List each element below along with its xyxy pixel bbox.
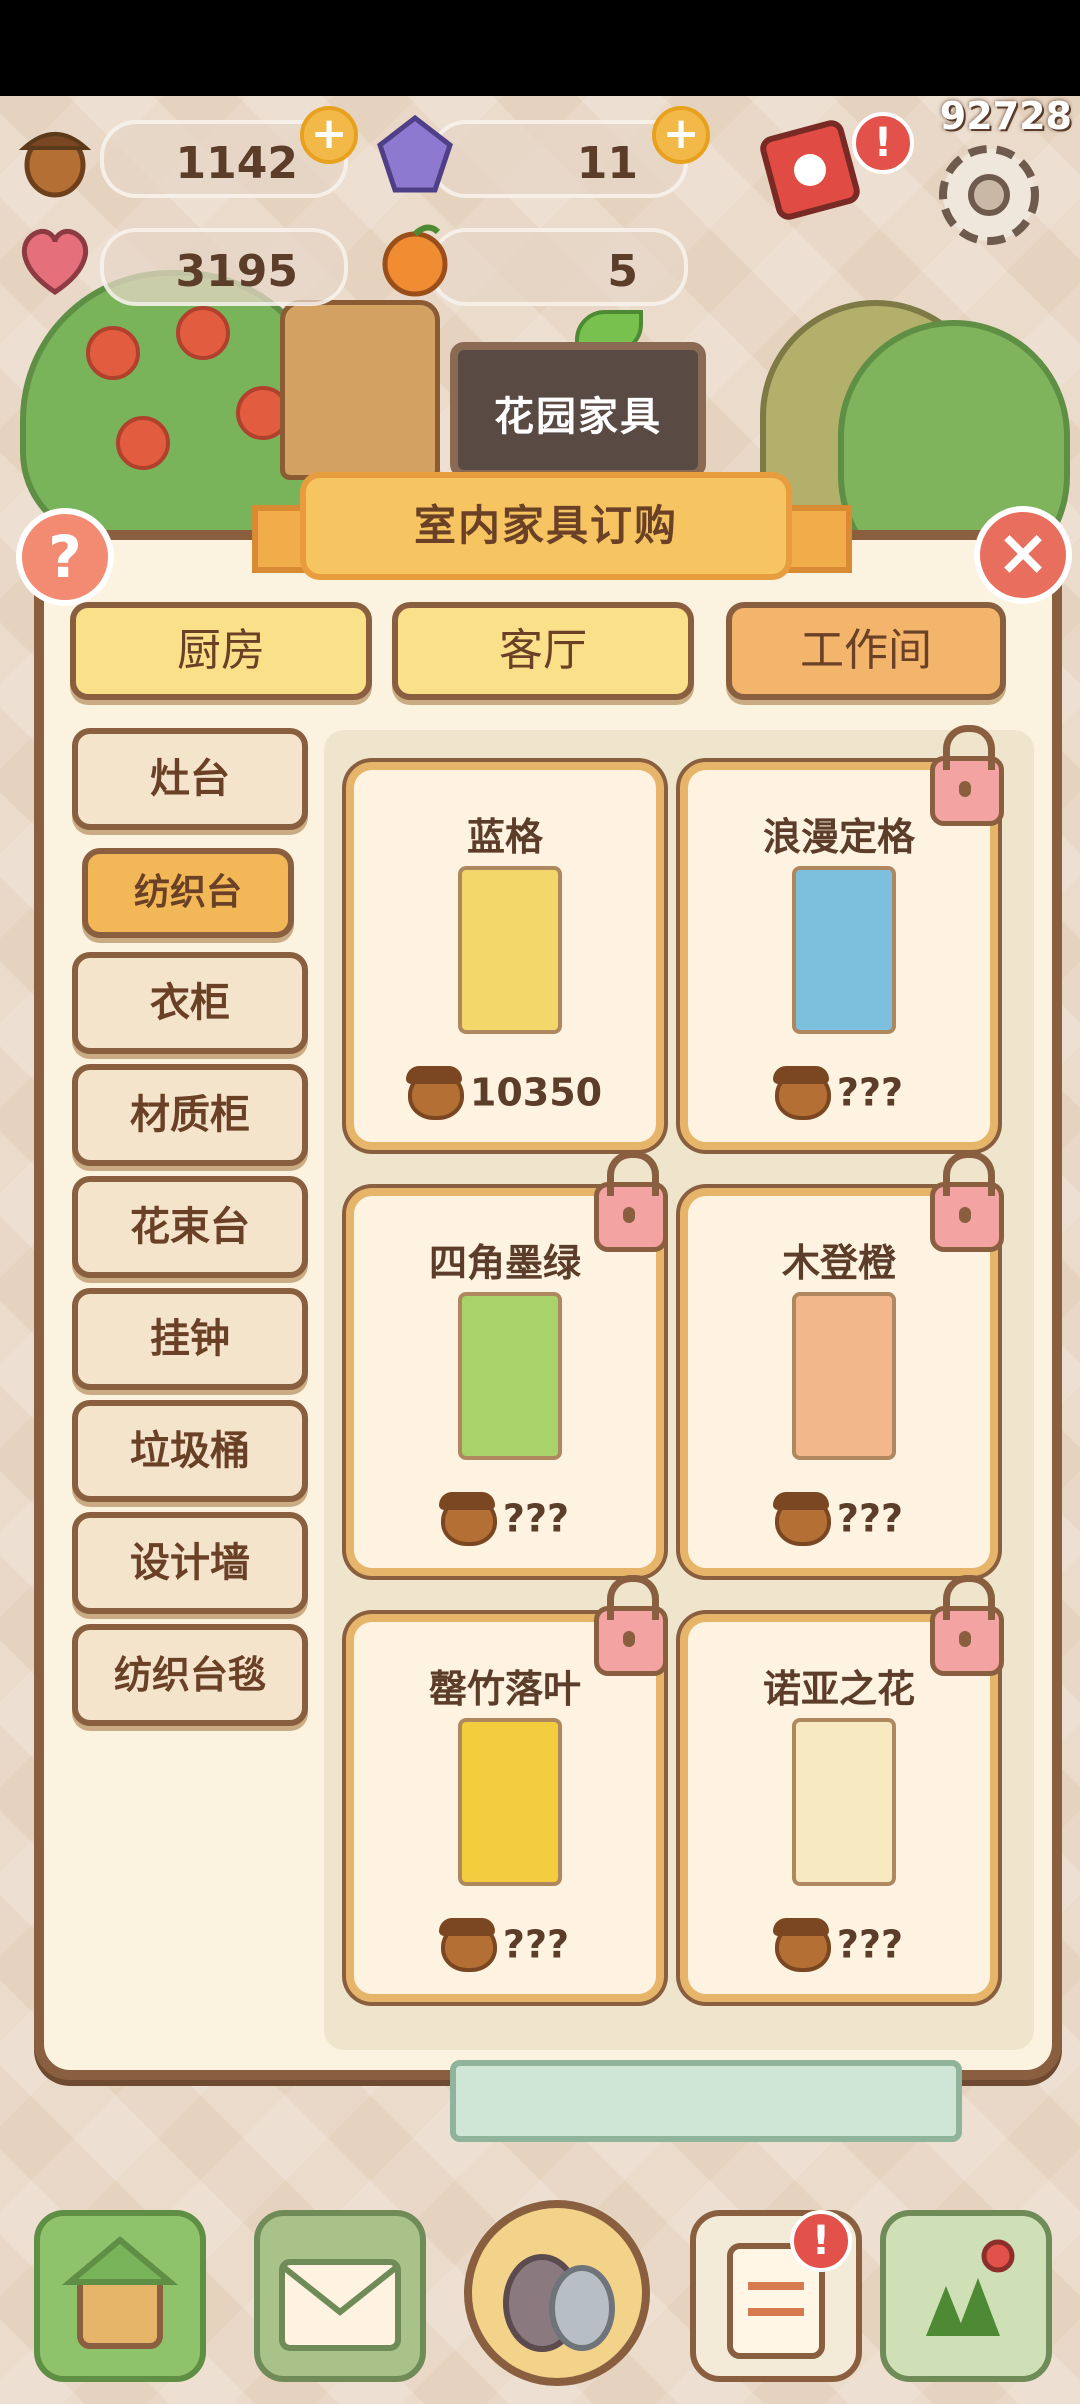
acorn-icon — [10, 110, 100, 200]
help-button[interactable]: ? — [16, 508, 114, 606]
card-price: ??? — [354, 1918, 656, 1972]
sidebar-item-weaving-table[interactable]: 纺织台 — [82, 848, 294, 938]
collection-button[interactable] — [464, 2200, 650, 2386]
heart-count: 3195 — [175, 246, 298, 297]
sidebar-item-bouquet-table[interactable]: 花束台 — [72, 1176, 308, 1278]
heart-icon — [10, 214, 100, 304]
sidebar-item-wardrobe[interactable]: 衣柜 — [72, 952, 308, 1054]
home-button[interactable] — [34, 2210, 206, 2382]
tasks-alert-badge: ! — [790, 2210, 852, 2272]
card-price: ??? — [688, 1492, 990, 1546]
acorn-icon — [438, 1918, 497, 1972]
price-value: ??? — [502, 1922, 570, 1967]
egg-icon — [503, 2254, 615, 2352]
stall-sign: 花园家具 — [450, 342, 706, 478]
card-price: ??? — [688, 1066, 990, 1120]
fruit-icon — [116, 416, 170, 470]
orange-icon — [370, 214, 460, 304]
sidebar-item-weaving-rug[interactable]: 纺织台毯 — [72, 1624, 308, 1726]
fruit-icon — [86, 326, 140, 380]
gift-alert-badge: ! — [852, 112, 914, 174]
sidebar-item-wall-clock[interactable]: 挂钟 — [72, 1288, 308, 1390]
acorn-icon — [772, 1492, 831, 1546]
orange-counter: 5 — [430, 228, 688, 306]
acorn-count: 1142 — [175, 138, 298, 189]
map-button[interactable] — [880, 2210, 1052, 2382]
birdhouse — [280, 300, 440, 480]
envelope-icon — [279, 2259, 401, 2351]
card-price: 10350 — [354, 1066, 656, 1120]
lock-icon — [930, 1151, 1004, 1252]
furniture-image — [458, 1718, 562, 1886]
sidebar-item-design-wall[interactable]: 设计墙 — [72, 1512, 308, 1614]
add-gems-button[interactable]: + — [652, 106, 710, 164]
furniture-image — [792, 1292, 896, 1460]
price-value: ??? — [502, 1496, 570, 1541]
lock-icon — [594, 1151, 668, 1252]
rug — [450, 2060, 962, 2142]
tab-kitchen[interactable]: 厨房 — [70, 602, 372, 700]
sidebar-item-stove[interactable]: 灶台 — [72, 728, 308, 830]
gem-count: 11 — [576, 138, 638, 189]
card-name: 蓝格 — [466, 815, 543, 859]
card-price: ??? — [688, 1918, 990, 1972]
lock-icon — [594, 1575, 668, 1676]
gem-counter: 11 — [430, 120, 688, 198]
tab-living-room[interactable]: 客厅 — [392, 602, 694, 700]
stall-sign-label: 花园家具 — [494, 394, 662, 440]
furniture-image — [792, 1718, 896, 1886]
status-bar — [0, 0, 1080, 96]
acorn-icon — [772, 1066, 831, 1120]
gift-card-icon[interactable] — [750, 110, 870, 230]
mail-button[interactable] — [254, 2210, 426, 2382]
panel-title: 室内家具订购 — [413, 501, 678, 550]
price-value: ??? — [836, 1070, 904, 1115]
furniture-image — [458, 1292, 562, 1460]
house-icon — [61, 2236, 179, 2349]
lock-icon — [930, 725, 1004, 826]
close-button[interactable]: × — [974, 506, 1072, 604]
lock-icon — [930, 1575, 1004, 1676]
acorn-icon — [405, 1066, 464, 1120]
furniture-image — [458, 866, 562, 1034]
sidebar-item-trash-can[interactable]: 垃圾桶 — [72, 1400, 308, 1502]
add-acorns-button[interactable]: + — [300, 106, 358, 164]
card-price: ??? — [354, 1492, 656, 1546]
tab-workshop[interactable]: 工作间 — [726, 602, 1006, 700]
fruit-icon — [176, 306, 230, 360]
acorn-icon — [438, 1492, 497, 1546]
heart-counter: 3195 — [100, 228, 348, 306]
furniture-image — [792, 866, 896, 1034]
orange-count: 5 — [607, 246, 638, 297]
price-value: ??? — [836, 1496, 904, 1541]
gear-icon[interactable] — [924, 130, 1054, 260]
map-pin-icon — [926, 2239, 1015, 2336]
furniture-card[interactable]: 蓝格 10350 — [346, 762, 664, 1150]
price-value: 10350 — [469, 1070, 603, 1115]
gem-icon — [370, 110, 460, 200]
sidebar-item-material-cabinet[interactable]: 材质柜 — [72, 1064, 308, 1166]
acorn-icon — [772, 1918, 831, 1972]
price-value: ??? — [836, 1922, 904, 1967]
